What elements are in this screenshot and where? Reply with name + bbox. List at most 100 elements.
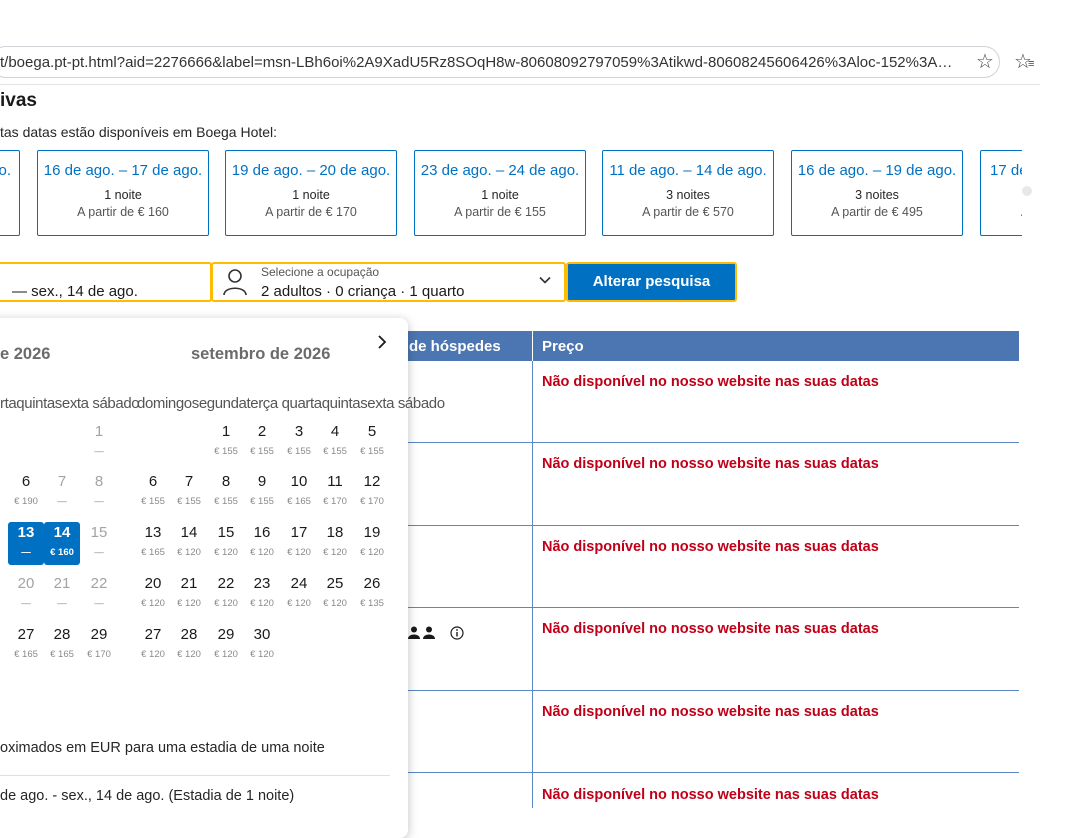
- date-card-range: 23 de ago. – 24 de ago.: [420, 162, 580, 179]
- calendar-day[interactable]: 30 € 120: [244, 626, 280, 661]
- calendar-day-price: € 165: [14, 649, 38, 660]
- info-icon[interactable]: [450, 626, 464, 640]
- calendar-day-number: 21: [180, 575, 198, 592]
- calendar-day-number: 13: [17, 524, 35, 541]
- chevron-down-icon[interactable]: [538, 273, 552, 287]
- date-card[interactable]: o.: [0, 150, 20, 236]
- carousel-scroll-handle[interactable]: [1022, 186, 1032, 196]
- favorite-star-icon[interactable]: ☆: [976, 52, 994, 72]
- calendar-day[interactable]: 4 € 155: [317, 423, 353, 458]
- calendar-day: 1—: [81, 423, 117, 458]
- calendar-day[interactable]: 18 € 120: [317, 524, 353, 559]
- calendar-day-number: 17: [290, 524, 308, 541]
- date-card[interactable]: 11 de ago. – 14 de ago. 3 noites A parti…: [602, 150, 774, 236]
- next-month-arrow-icon[interactable]: [376, 334, 388, 355]
- calendar-day-number: 27: [144, 626, 162, 643]
- unavailable-notice: Não disponível no nosso website nas suas…: [542, 374, 879, 390]
- calendar-day[interactable]: 5 € 155: [354, 423, 390, 458]
- calendar-day-price: € 165: [141, 547, 165, 558]
- calendar-day-number: 29: [217, 626, 235, 643]
- calendar-day[interactable]: 10 € 165: [281, 473, 317, 508]
- date-card[interactable]: 16 de ago. – 17 de ago. 1 noite A partir…: [37, 150, 209, 236]
- occupancy-label: Selecione a ocupação: [261, 265, 380, 279]
- calendar-day[interactable]: 15 € 120: [208, 524, 244, 559]
- calendar-day-price: € 120: [177, 547, 201, 558]
- calendar-day-price: € 165: [50, 649, 74, 660]
- calendar-day-number: 27: [17, 626, 35, 643]
- calendar-day[interactable]: 14 € 160: [44, 522, 80, 565]
- calendar-day[interactable]: 1 € 155: [208, 423, 244, 458]
- calendar-day-price: € 120: [287, 598, 311, 609]
- calendar-day[interactable]: 22 € 120: [208, 575, 244, 610]
- calendar-day[interactable]: 2 € 155: [244, 423, 280, 458]
- calendar-day[interactable]: 14 € 120: [171, 524, 207, 559]
- calendar-day[interactable]: 13 € 165: [135, 524, 171, 559]
- calendar-day-price: € 120: [141, 598, 165, 609]
- two-persons-icon: [408, 626, 435, 639]
- calendar-day[interactable]: 28 € 165: [44, 626, 80, 661]
- calendar-day-number: 13: [144, 524, 162, 541]
- url-text[interactable]: t/boega.pt-pt.html?aid=2276666&label=msn…: [0, 54, 955, 71]
- calendar-day-number: 3: [294, 423, 304, 440]
- calendar-day[interactable]: 13 —: [8, 522, 44, 565]
- calendar-day-price: € 120: [177, 649, 201, 660]
- calendar-day-number: 20: [17, 575, 35, 592]
- calendar-day[interactable]: 29 € 120: [208, 626, 244, 661]
- calendar-day[interactable]: 24 € 120: [281, 575, 317, 610]
- calendar-day[interactable]: 16 € 120: [244, 524, 280, 559]
- calendar-day[interactable]: 11 € 170: [317, 473, 353, 508]
- calendar-day-number: 14: [180, 524, 198, 541]
- calendar-day-price: € 170: [360, 496, 384, 507]
- calendar-day-price: —: [94, 598, 104, 609]
- date-card[interactable]: 17 de A: [980, 150, 1022, 236]
- calendar-day[interactable]: 23 € 120: [244, 575, 280, 610]
- calendar-day-number: 5: [367, 423, 377, 440]
- calendar-day[interactable]: 7 € 155: [171, 473, 207, 508]
- calendar-day[interactable]: 28 € 120: [171, 626, 207, 661]
- weekday-header-left: rtaquintasexta sábado: [0, 395, 140, 412]
- column-divider: [532, 331, 533, 361]
- calendar-day-price: € 120: [323, 598, 347, 609]
- calendar-day-price: € 170: [323, 496, 347, 507]
- calendar-day[interactable]: 25 € 120: [317, 575, 353, 610]
- row-divider: [406, 772, 1019, 773]
- date-field-value: — sex., 14 de ago.: [12, 283, 138, 300]
- calendar-day[interactable]: 9 € 155: [244, 473, 280, 508]
- weekday-header-right: domingosegundaterça quartaquintasexta sá…: [137, 395, 445, 412]
- calendar-day-price: —: [21, 598, 31, 609]
- calendar-day[interactable]: 17 € 120: [281, 524, 317, 559]
- calendar-day[interactable]: 20 € 120: [135, 575, 171, 610]
- calendar-day[interactable]: 3 € 155: [281, 423, 317, 458]
- occupancy-value: 2 adultos · 0 criança · 1 quarto: [261, 283, 465, 300]
- calendar-day[interactable]: 12 € 170: [354, 473, 390, 508]
- date-card[interactable]: 16 de ago. – 19 de ago. 3 noites A parti…: [791, 150, 963, 236]
- date-card-nights: 3 noites: [855, 188, 899, 202]
- date-card-nights: 1 noite: [104, 188, 142, 202]
- calendar-day-number: 16: [253, 524, 271, 541]
- alter-search-button[interactable]: Alterar pesquisa: [566, 262, 737, 302]
- calendar-day-number: 8: [94, 473, 104, 490]
- calendar-day-price: € 120: [214, 649, 238, 660]
- toolbar-divider: [0, 84, 1040, 85]
- unavailable-notice: Não disponível no nosso website nas suas…: [542, 621, 879, 637]
- calendar-day[interactable]: 27 € 120: [135, 626, 171, 661]
- calendar-day-number: 7: [184, 473, 194, 490]
- calendar-day-number: 9: [257, 473, 267, 490]
- calendar-day[interactable]: 21 € 120: [171, 575, 207, 610]
- date-card[interactable]: 23 de ago. – 24 de ago. 1 noite A partir…: [414, 150, 586, 236]
- calendar-day-number: 23: [253, 575, 271, 592]
- calendar-day[interactable]: 19 € 120: [354, 524, 390, 559]
- calendar-day[interactable]: 27 € 165: [8, 626, 44, 661]
- calendar-day-number: 22: [217, 575, 235, 592]
- date-card[interactable]: 19 de ago. – 20 de ago. 1 noite A partir…: [225, 150, 397, 236]
- date-card-range: 17 de: [990, 162, 1022, 179]
- calendar-day[interactable]: 6 € 155: [135, 473, 171, 508]
- favorites-list-icon[interactable]: ☆≡: [1014, 52, 1038, 75]
- calendar-day-number: 8: [221, 473, 231, 490]
- calendar-day[interactable]: 6 € 190: [8, 473, 44, 508]
- calendar-day-number: 10: [290, 473, 308, 490]
- calendar-day[interactable]: 29 € 170: [81, 626, 117, 661]
- calendar-day[interactable]: 8 € 155: [208, 473, 244, 508]
- unavailable-notice: Não disponível no nosso website nas suas…: [542, 704, 879, 720]
- calendar-day[interactable]: 26 € 135: [354, 575, 390, 610]
